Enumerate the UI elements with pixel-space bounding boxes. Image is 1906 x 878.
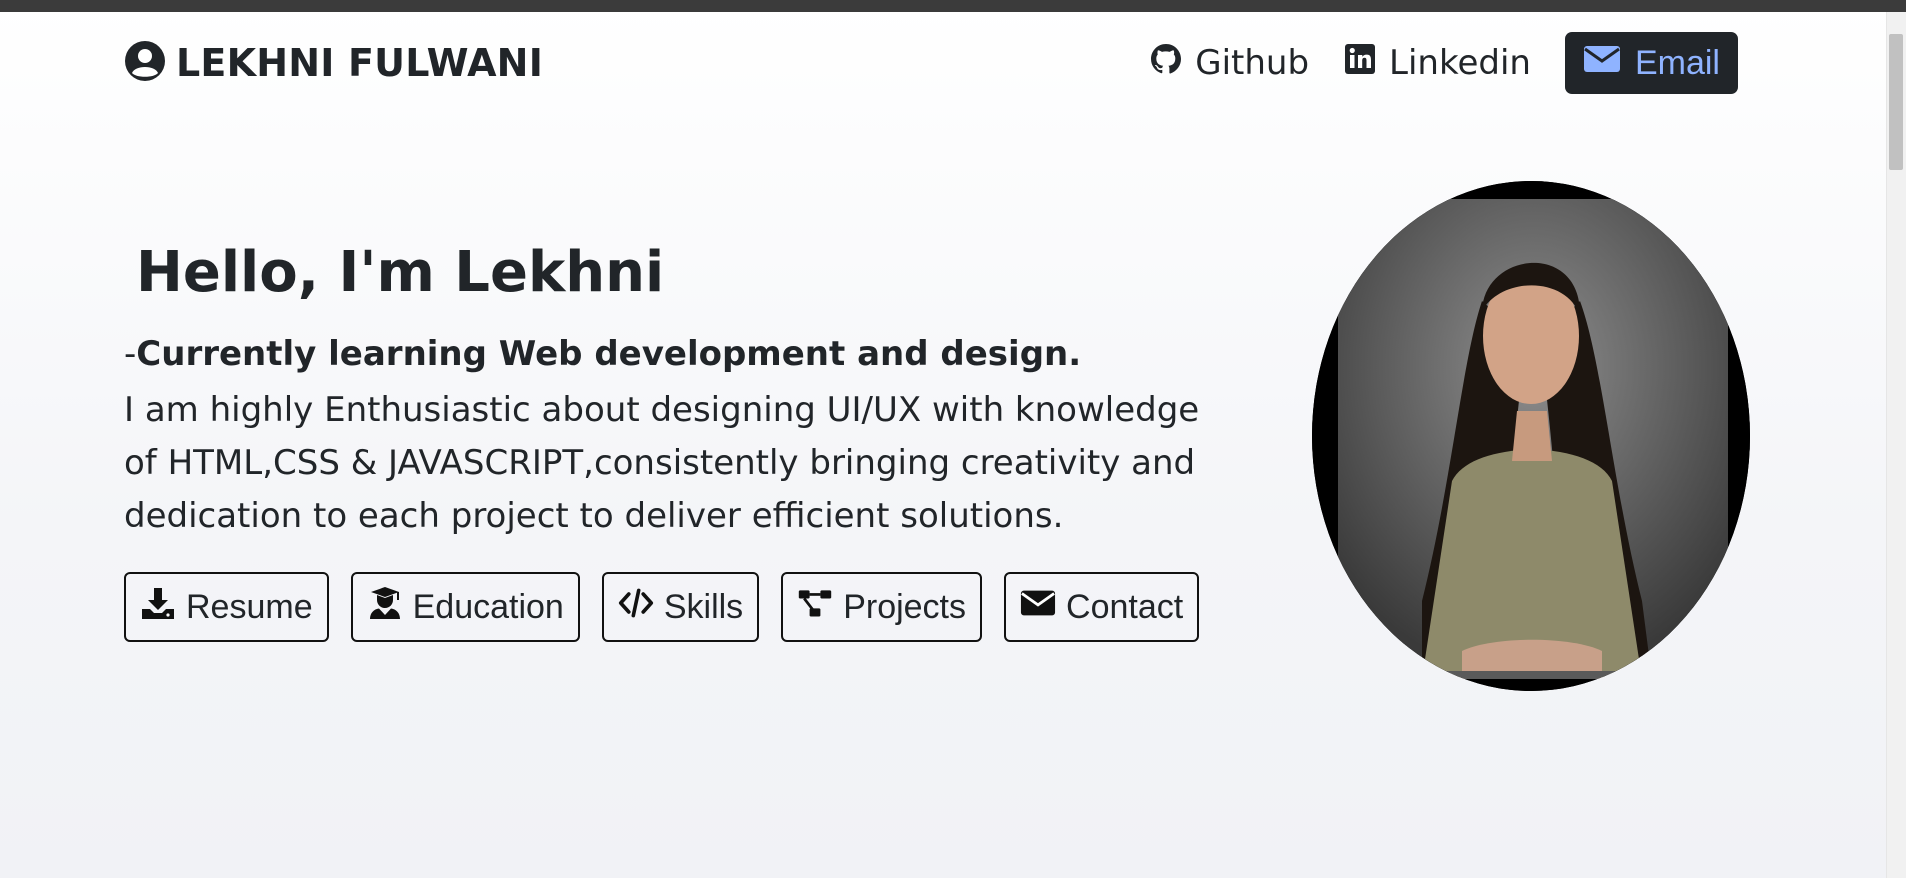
skills-button[interactable]: Skills <box>601 572 760 642</box>
profile-photo <box>1312 181 1750 691</box>
skills-label: Skills <box>663 587 744 626</box>
brand-name: LEKHNI FULWANI <box>176 41 544 85</box>
scrollbar[interactable] <box>1886 12 1906 878</box>
projects-button[interactable]: Projects <box>781 572 983 642</box>
scrollbar-thumb[interactable] <box>1889 34 1903 170</box>
download-icon <box>140 585 176 630</box>
project-diagram-icon <box>797 585 833 630</box>
linkedin-label: Linkedin <box>1389 43 1531 83</box>
github-icon <box>1149 42 1183 85</box>
projects-label: Projects <box>843 587 967 626</box>
subtitle-prefix: - <box>124 334 137 374</box>
linkedin-icon <box>1343 42 1377 85</box>
top-nav: Github Linkedin Email <box>1149 32 1738 94</box>
resume-label: Resume <box>186 587 313 626</box>
education-button[interactable]: Education <box>350 572 580 642</box>
action-buttons: Resume Education Skills Projects Contact <box>124 572 1200 642</box>
user-circle-icon <box>124 40 166 86</box>
hero-title: Hello, I'm Lekhni <box>136 240 665 305</box>
education-label: Education <box>412 587 564 626</box>
contact-button[interactable]: Contact <box>1004 572 1200 642</box>
email-label: Email <box>1634 43 1720 82</box>
contact-label: Contact <box>1066 587 1184 626</box>
hero-description: I am highly Enthusiastic about designing… <box>124 390 1200 536</box>
hero-subtitle: -Currently learning Web development and … <box>124 334 1081 374</box>
envelope-icon <box>1020 585 1056 630</box>
graduate-icon <box>367 585 403 630</box>
brand[interactable]: LEKHNI FULWANI <box>124 40 543 86</box>
github-link[interactable]: Github <box>1149 42 1309 85</box>
email-button[interactable]: Email <box>1564 32 1738 94</box>
resume-button[interactable]: Resume <box>124 572 329 642</box>
envelope-icon <box>1583 44 1621 83</box>
subtitle-text: Currently learning Web development and d… <box>136 334 1082 374</box>
code-icon <box>618 585 654 630</box>
github-label: Github <box>1195 43 1310 83</box>
browser-top-bar <box>0 0 1906 12</box>
linkedin-link[interactable]: Linkedin <box>1343 42 1531 85</box>
